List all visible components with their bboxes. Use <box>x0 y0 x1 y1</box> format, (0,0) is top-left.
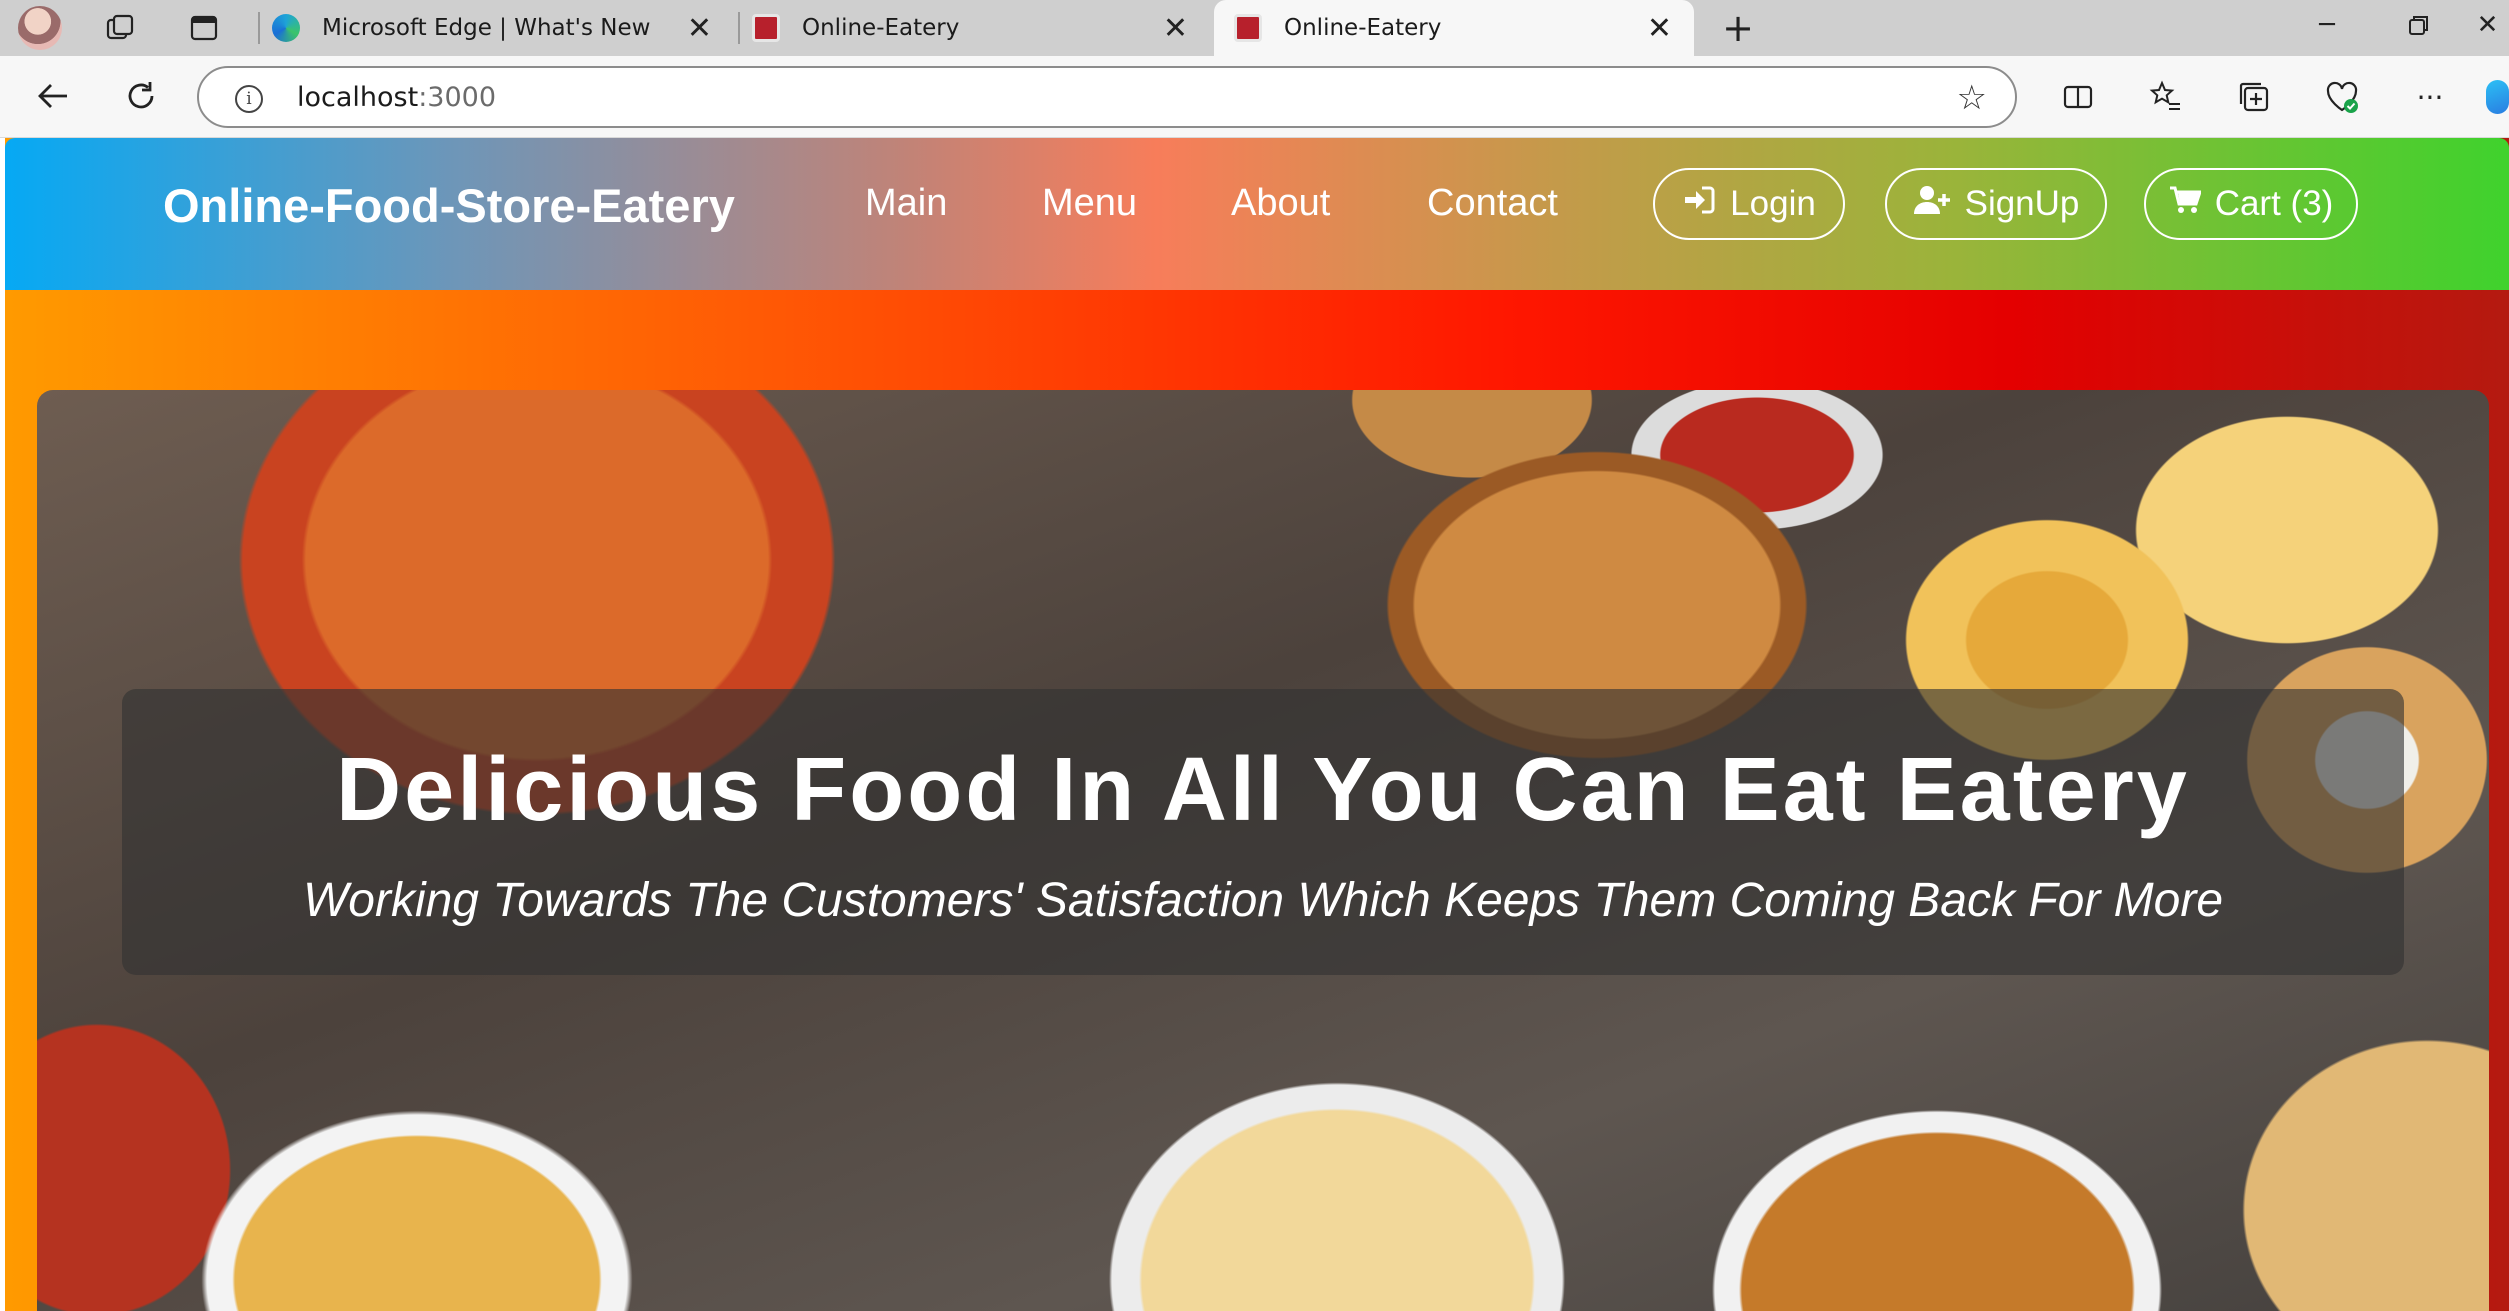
address-bar-row: i localhost:3000 ☆ ··· <box>0 56 2509 138</box>
sign-in-icon <box>1682 185 1716 223</box>
close-tab-icon[interactable]: ✕ <box>1647 11 1672 46</box>
cart-button[interactable]: Cart (3) <box>2144 168 2358 240</box>
tab-online-eatery[interactable]: Online-Eatery ✕ <box>752 0 1210 56</box>
web-page: Online-Food-Store-Eatery Main Menu About… <box>5 138 2509 1311</box>
signup-label: SignUp <box>1964 184 2080 223</box>
profile-avatar[interactable] <box>18 6 62 50</box>
login-button[interactable]: Login <box>1653 168 1845 240</box>
site-navbar: Online-Food-Store-Eatery Main Menu About… <box>5 138 2509 290</box>
close-tab-icon[interactable]: ✕ <box>1163 11 1188 46</box>
copilot-icon[interactable] <box>2486 73 2509 121</box>
vertical-tabs-icon[interactable] <box>184 8 224 48</box>
browser-essentials-icon[interactable] <box>2318 73 2366 121</box>
nav-link-about[interactable]: About <box>1231 182 1330 225</box>
login-label: Login <box>1730 184 1816 223</box>
shopping-cart-icon <box>2169 185 2202 223</box>
back-arrow-icon[interactable] <box>30 73 76 119</box>
signup-button[interactable]: SignUp <box>1885 168 2107 240</box>
minimize-icon[interactable]: ─ <box>2292 0 2362 50</box>
close-window-icon[interactable]: ✕ <box>2466 0 2509 50</box>
url-text: localhost:3000 <box>297 82 497 113</box>
tab-title: Microsoft Edge | What's New <box>322 15 651 41</box>
hero-title: Delicious Food In All You Can Eat Eatery <box>336 740 2190 840</box>
workspaces-icon[interactable] <box>100 8 140 48</box>
site-favicon-icon <box>752 14 780 42</box>
restore-icon[interactable] <box>2384 0 2454 50</box>
tab-online-eatery-active[interactable]: Online-Eatery ✕ <box>1214 0 1694 56</box>
tab-title: Online-Eatery <box>1284 15 1442 41</box>
collections-icon[interactable] <box>2230 73 2278 121</box>
site-brand[interactable]: Online-Food-Store-Eatery <box>163 178 735 233</box>
info-icon[interactable]: i <box>235 85 263 113</box>
hero-subtitle: Working Towards The Customers' Satisfact… <box>302 874 2224 927</box>
favorites-icon[interactable] <box>2142 73 2190 121</box>
hero-caption: Delicious Food In All You Can Eat Eatery… <box>122 689 2404 975</box>
hero-banner-image: Delicious Food In All You Can Eat Eatery… <box>37 390 2489 1311</box>
star-icon[interactable]: ☆ <box>1957 78 1987 118</box>
address-input[interactable]: i localhost:3000 ☆ <box>197 66 2017 128</box>
tab-whats-new[interactable]: Microsoft Edge | What's New ✕ <box>272 0 734 56</box>
split-screen-icon[interactable] <box>2054 73 2102 121</box>
add-user-icon <box>1913 185 1951 223</box>
cart-label: Cart (3) <box>2214 184 2334 223</box>
close-tab-icon[interactable]: ✕ <box>687 11 712 46</box>
browser-tab-bar: Microsoft Edge | What's New ✕ Online-Eat… <box>0 0 2509 56</box>
tab-title: Online-Eatery <box>802 15 960 41</box>
site-favicon-icon <box>1234 14 1262 42</box>
more-options-icon[interactable]: ··· <box>2406 73 2454 121</box>
nav-link-main[interactable]: Main <box>865 182 947 225</box>
nav-link-contact[interactable]: Contact <box>1427 182 1558 225</box>
new-tab-button[interactable]: + <box>1718 6 1758 50</box>
refresh-icon[interactable] <box>118 73 164 119</box>
nav-link-menu[interactable]: Menu <box>1042 182 1137 225</box>
edge-logo-icon <box>272 14 300 42</box>
